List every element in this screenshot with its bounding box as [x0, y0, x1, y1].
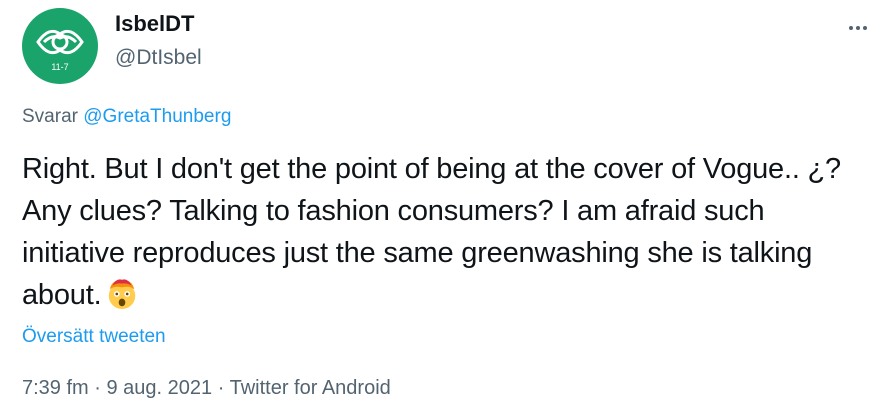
reply-prefix: Svarar	[22, 106, 78, 127]
meta-separator-2: ·	[217, 377, 225, 399]
tweet-time-link[interactable]: 7:39 fm · 9 aug. 2021	[22, 377, 212, 399]
exploding-head-emoji-icon	[109, 279, 136, 310]
translate-tweet-link[interactable]: Översätt tweeten	[22, 324, 166, 350]
meta-separator: ·	[94, 377, 101, 399]
reply-context: Svarar @GretaThunberg	[22, 104, 231, 130]
tweet-date: 9 aug. 2021	[106, 377, 213, 399]
user-handle[interactable]: @DtIsbel	[115, 44, 202, 72]
more-options-button[interactable]	[844, 14, 872, 42]
more-horizontal-icon-dot	[863, 26, 867, 30]
tweet-text: Right. But I don't get the point of bein…	[22, 148, 872, 316]
more-horizontal-icon-dot	[856, 26, 860, 30]
more-horizontal-icon	[849, 26, 853, 30]
avatar-logo-icon: 11-7	[36, 29, 84, 72]
avatar-text: 11-7	[51, 62, 68, 72]
tweet-source-link[interactable]: Twitter for Android	[230, 377, 391, 399]
avatar[interactable]: 11-7	[22, 8, 98, 84]
reply-mention-link[interactable]: @GretaThunberg	[83, 106, 231, 127]
display-name[interactable]: IsbelDT	[115, 10, 194, 38]
tweet-body: Right. But I don't get the point of bein…	[22, 153, 841, 311]
tweet-meta: 7:39 fm · 9 aug. 2021 · Twitter for Andr…	[22, 374, 391, 402]
tweet-time: 7:39 fm	[22, 377, 89, 399]
